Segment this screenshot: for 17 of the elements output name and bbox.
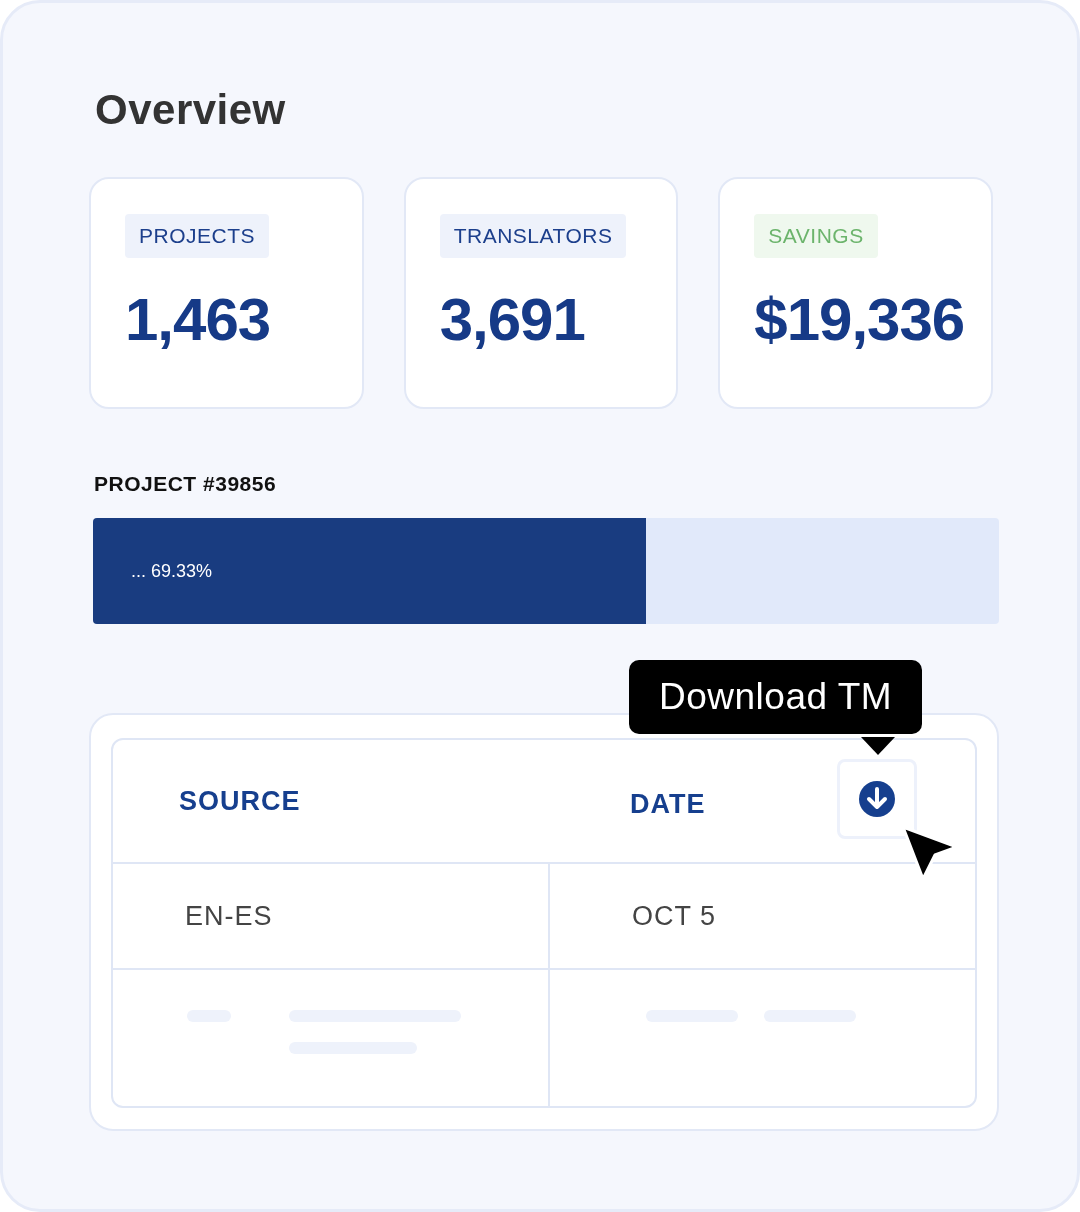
progress-reading: ... 69.33% xyxy=(131,560,213,582)
column-header: SOURCE xyxy=(179,785,301,817)
table-cell: OCT 5 xyxy=(632,900,717,932)
stat-value: 1,463 xyxy=(125,290,271,350)
stat-label: TRANSLATORS xyxy=(439,214,627,258)
tooltip: Download TM xyxy=(629,660,923,734)
download-button[interactable] xyxy=(837,759,917,839)
project-label: PROJECT #39856 xyxy=(94,472,278,496)
table-cell: EN-ES xyxy=(185,900,273,932)
stat-label: PROJECTS xyxy=(125,214,269,258)
tooltip-pointer xyxy=(861,737,895,755)
stat-value: $19,336 xyxy=(754,290,965,350)
column-header: DATE xyxy=(630,788,706,820)
download-icon xyxy=(858,780,896,818)
stat-value: 3,691 xyxy=(439,290,585,350)
page-title: Overview xyxy=(95,89,287,131)
stat-label: SAVINGS xyxy=(754,214,878,258)
